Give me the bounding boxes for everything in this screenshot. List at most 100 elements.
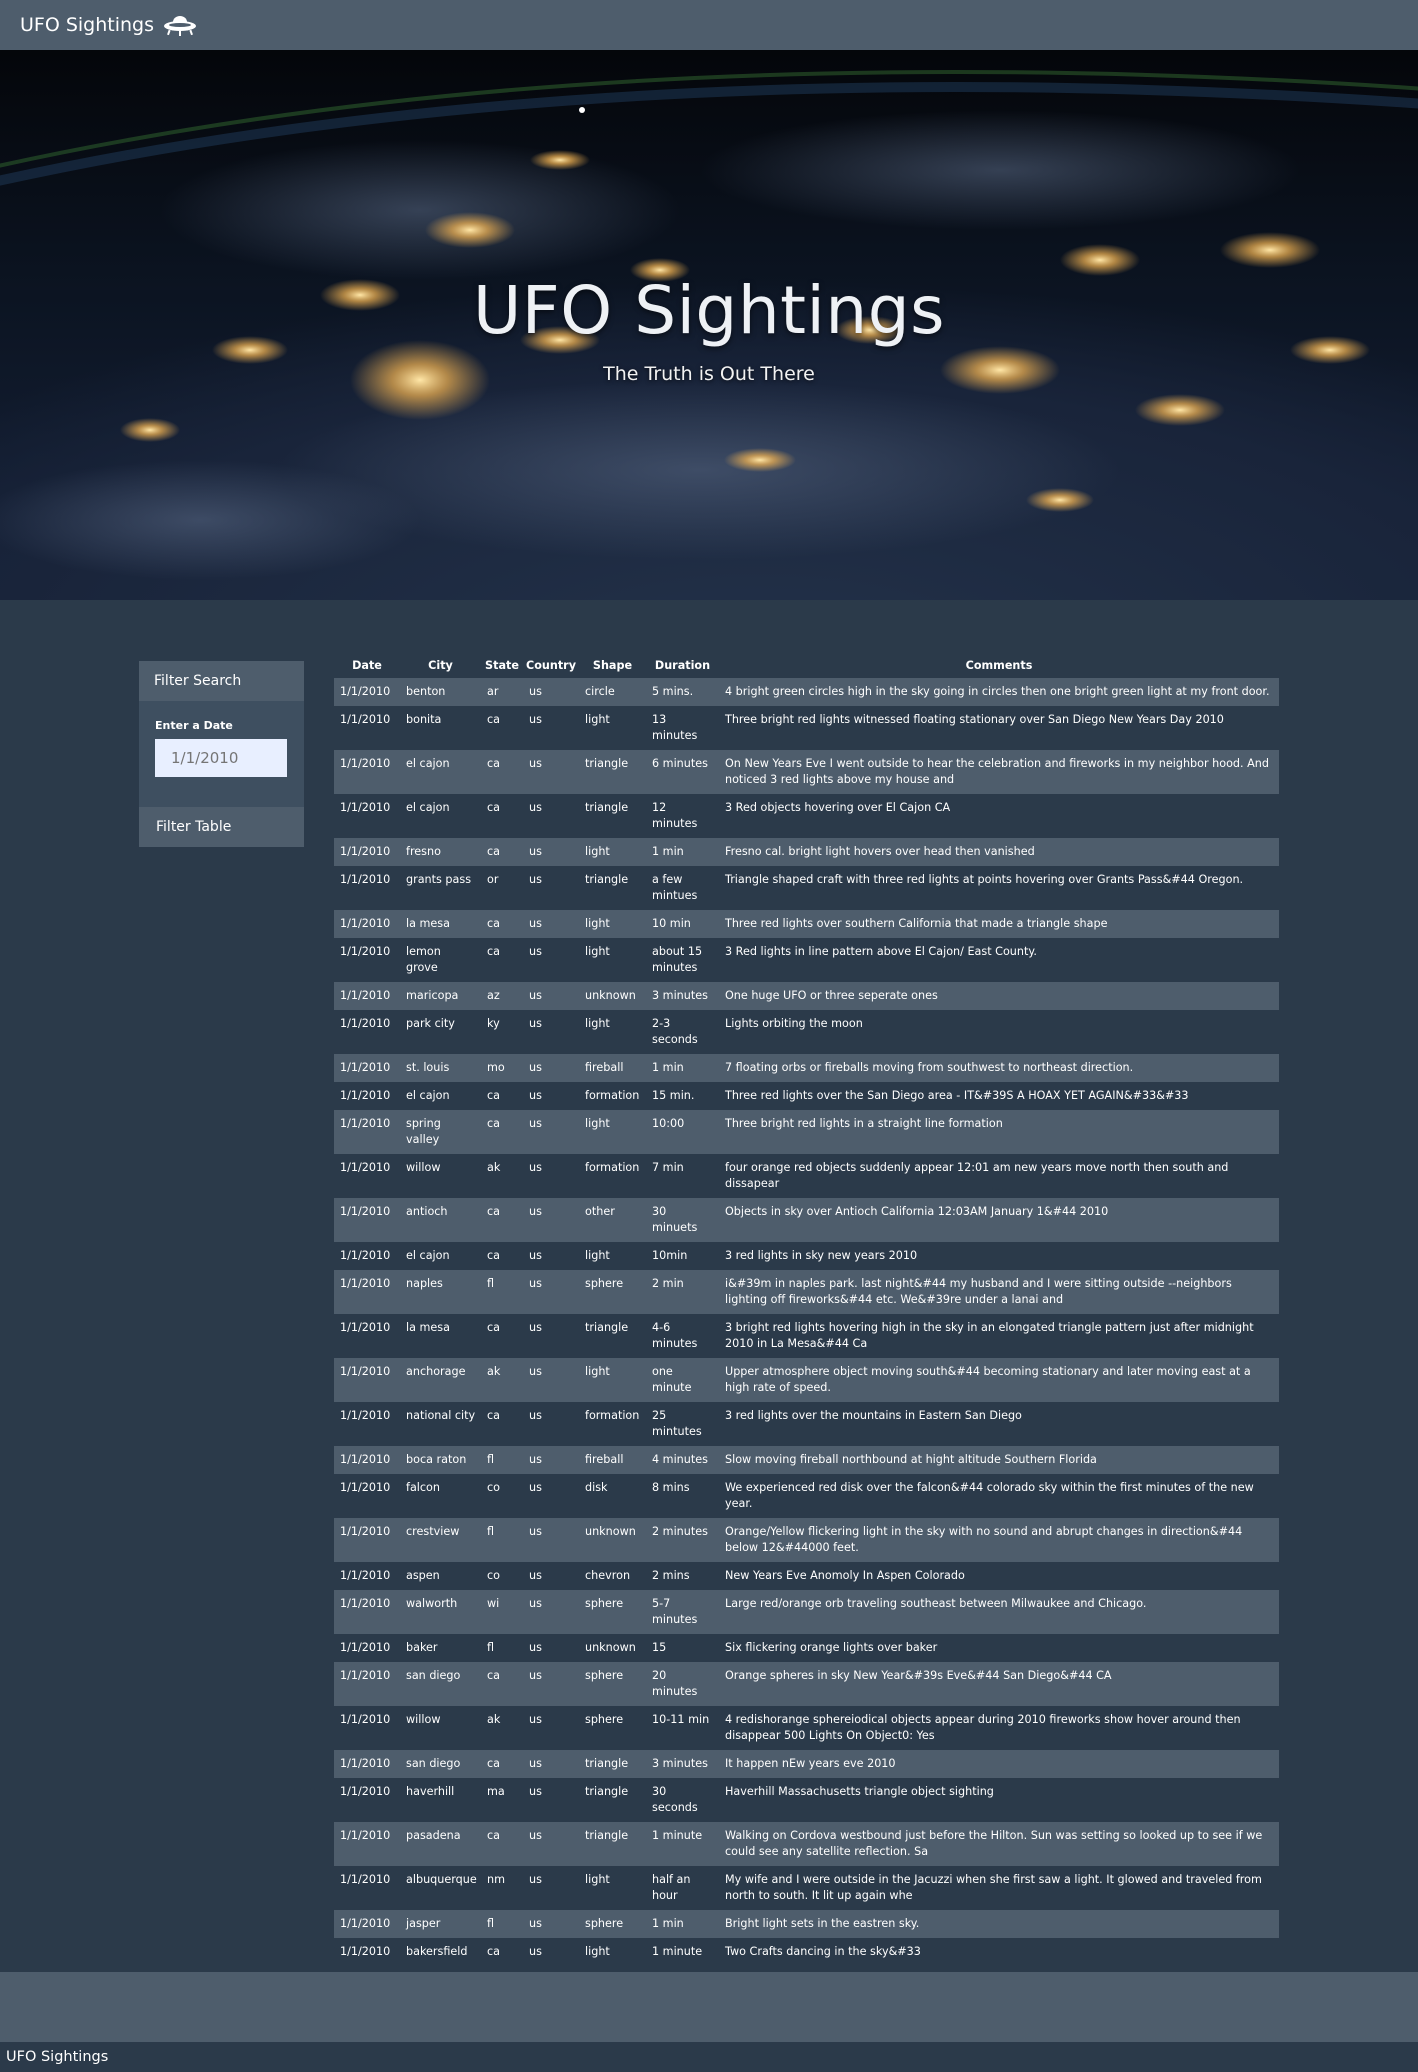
filter-panel: Filter Search Enter a Date Filter Table [139,661,304,847]
cell-shape: sphere [585,1669,624,1682]
cell-date: 1/1/2010 [340,713,391,726]
cell-city: la mesa [406,917,450,930]
cell-duration: 3 minutes [652,1757,708,1770]
cell-comments: Fresno cal. bright light hovers over hea… [725,845,1035,858]
cell-shape: circle [585,685,615,698]
cell-date: 1/1/2010 [340,1089,391,1102]
cell-shape: fireball [585,1061,624,1074]
cell-state: ma [487,1785,505,1798]
cell-shape: other [585,1205,615,1218]
cell-state: ca [487,1945,501,1958]
cell-state: ca [487,845,501,858]
cell-duration: 25 mintutes [652,1409,702,1438]
cell-state: nm [487,1873,505,1886]
cell-comments: Walking on Cordova westbound just before… [725,1829,1263,1858]
cell-state: ca [487,1117,501,1130]
table-row: 1/1/2010 walworth wi us sphere 5-7 minutes Lar… [334,1590,1279,1634]
cell-duration: 3 minutes [652,989,708,1002]
table-row: 1/1/2010 grants pass or us triangle a few min… [334,866,1279,910]
cell-duration: 2 mins [652,1569,690,1582]
table-row: 1/1/2010 park city ky us light 2-3 seconds Lig… [334,1010,1279,1054]
cell-date: 1/1/2010 [340,1641,391,1654]
cell-country: us [529,1365,542,1378]
table-row: 1/1/2010 bakersfield ca us light 1 minute Two … [334,1938,1279,1966]
table-row: 1/1/2010 el cajon ca us triangle 6 minutes On … [334,750,1279,794]
cell-duration: 4-6 minutes [652,1321,698,1350]
cell-state: co [487,1481,500,1494]
cell-country: us [529,1873,542,1886]
cell-date: 1/1/2010 [340,1453,391,1466]
cell-city: san diego [406,1757,461,1770]
table-row: 1/1/2010 jasper fl us sphere 1 min Bright ligh… [334,1910,1279,1938]
cell-state: ca [487,757,501,770]
cell-duration: 12 minutes [652,801,698,830]
cell-country: us [529,713,542,726]
column-header-comments: Comments [965,658,1033,672]
cell-duration: 8 mins [652,1481,690,1494]
cell-shape: light [585,1873,610,1886]
cell-state: az [487,989,500,1002]
cell-state: ak [487,1365,501,1378]
cell-country: us [529,1277,542,1290]
cell-comments: four orange red objects suddenly appear … [725,1161,1229,1190]
cell-shape: triangle [585,1785,629,1798]
cell-city: el cajon [406,801,450,814]
cell-comments: Triangle shaped craft with three red lig… [725,873,1244,886]
cell-country: us [529,1917,542,1930]
cell-shape: unknown [585,989,636,1002]
cell-comments: Orange spheres in sky New Year&#39s Eve&… [725,1669,1112,1682]
cell-date: 1/1/2010 [340,917,391,930]
cell-shape: light [585,945,610,958]
table-row: 1/1/2010 la mesa ca us light 10 min Three red … [334,910,1279,938]
cell-comments: We experienced red disk over the falcon&… [725,1481,1254,1510]
table-row: 1/1/2010 baker fl us unknown 15 Six flickering… [334,1634,1279,1662]
cell-city: la mesa [406,1321,450,1334]
cell-state: ky [487,1017,500,1030]
cell-country: us [529,1089,542,1102]
cell-shape: light [585,1117,610,1130]
filter-table-button[interactable]: Filter Table [139,807,304,847]
sightings-table: Date City State Country Shape Duration Comment… [334,652,1279,1966]
cell-comments: Three bright red lights in a straight li… [725,1117,1003,1130]
cell-duration: 15 [652,1641,667,1654]
cell-date: 1/1/2010 [340,1117,391,1130]
cell-duration: 1 minute [652,1829,703,1842]
brand-link[interactable]: UFO Sightings [20,13,198,37]
date-label: Enter a Date [155,719,233,732]
cell-comments: On New Years Eve I went outside to hear … [725,757,1269,786]
cell-city: boca raton [406,1453,467,1466]
cell-state: fl [487,1277,495,1290]
cell-state: ca [487,801,501,814]
date-input[interactable] [155,739,287,777]
cell-shape: sphere [585,1917,624,1930]
cell-country: us [529,1785,542,1798]
cell-state: fl [487,1917,495,1930]
cell-state: or [487,873,499,886]
cell-comments: Slow moving fireball northbound at hight… [725,1453,1097,1466]
cell-duration: 2 minutes [652,1525,708,1538]
footer: UFO Sightings [0,2042,1418,2072]
cell-duration: 20 minutes [652,1669,698,1698]
cell-comments: New Years Eve Anomoly In Aspen Colorado [725,1569,965,1582]
cell-shape: triangle [585,801,629,814]
cell-comments: i&#39m in naples park. last night&#44 my… [725,1277,1232,1306]
table-row: 1/1/2010 el cajon ca us formation 15 min. Thre… [334,1082,1279,1110]
cell-comments: Three red lights over southern Californi… [725,917,1108,930]
cell-state: ak [487,1161,501,1174]
cell-city: willow [406,1161,441,1174]
cell-comments: 3 red lights in sky new years 2010 [725,1249,918,1262]
cell-date: 1/1/2010 [340,845,391,858]
column-header-shape: Shape [592,658,633,672]
cell-state: co [487,1569,500,1582]
cell-shape: light [585,1365,610,1378]
cell-shape: triangle [585,1321,629,1334]
cell-comments: Large red/orange orb traveling southeast… [725,1597,1147,1610]
cell-date: 1/1/2010 [340,1917,391,1930]
cell-comments: 3 bright red lights hovering high in the… [725,1321,1254,1350]
table-row: 1/1/2010 lemon grove ca us light about 15 min… [334,938,1279,982]
cell-shape: formation [585,1409,640,1422]
table-header: Date City State Country Shape Duration Comment… [334,652,1279,678]
cell-city: el cajon [406,1249,450,1262]
cell-comments: 4 bright green circles high in the sky g… [725,685,1270,698]
brand-text: UFO Sightings [20,14,155,36]
